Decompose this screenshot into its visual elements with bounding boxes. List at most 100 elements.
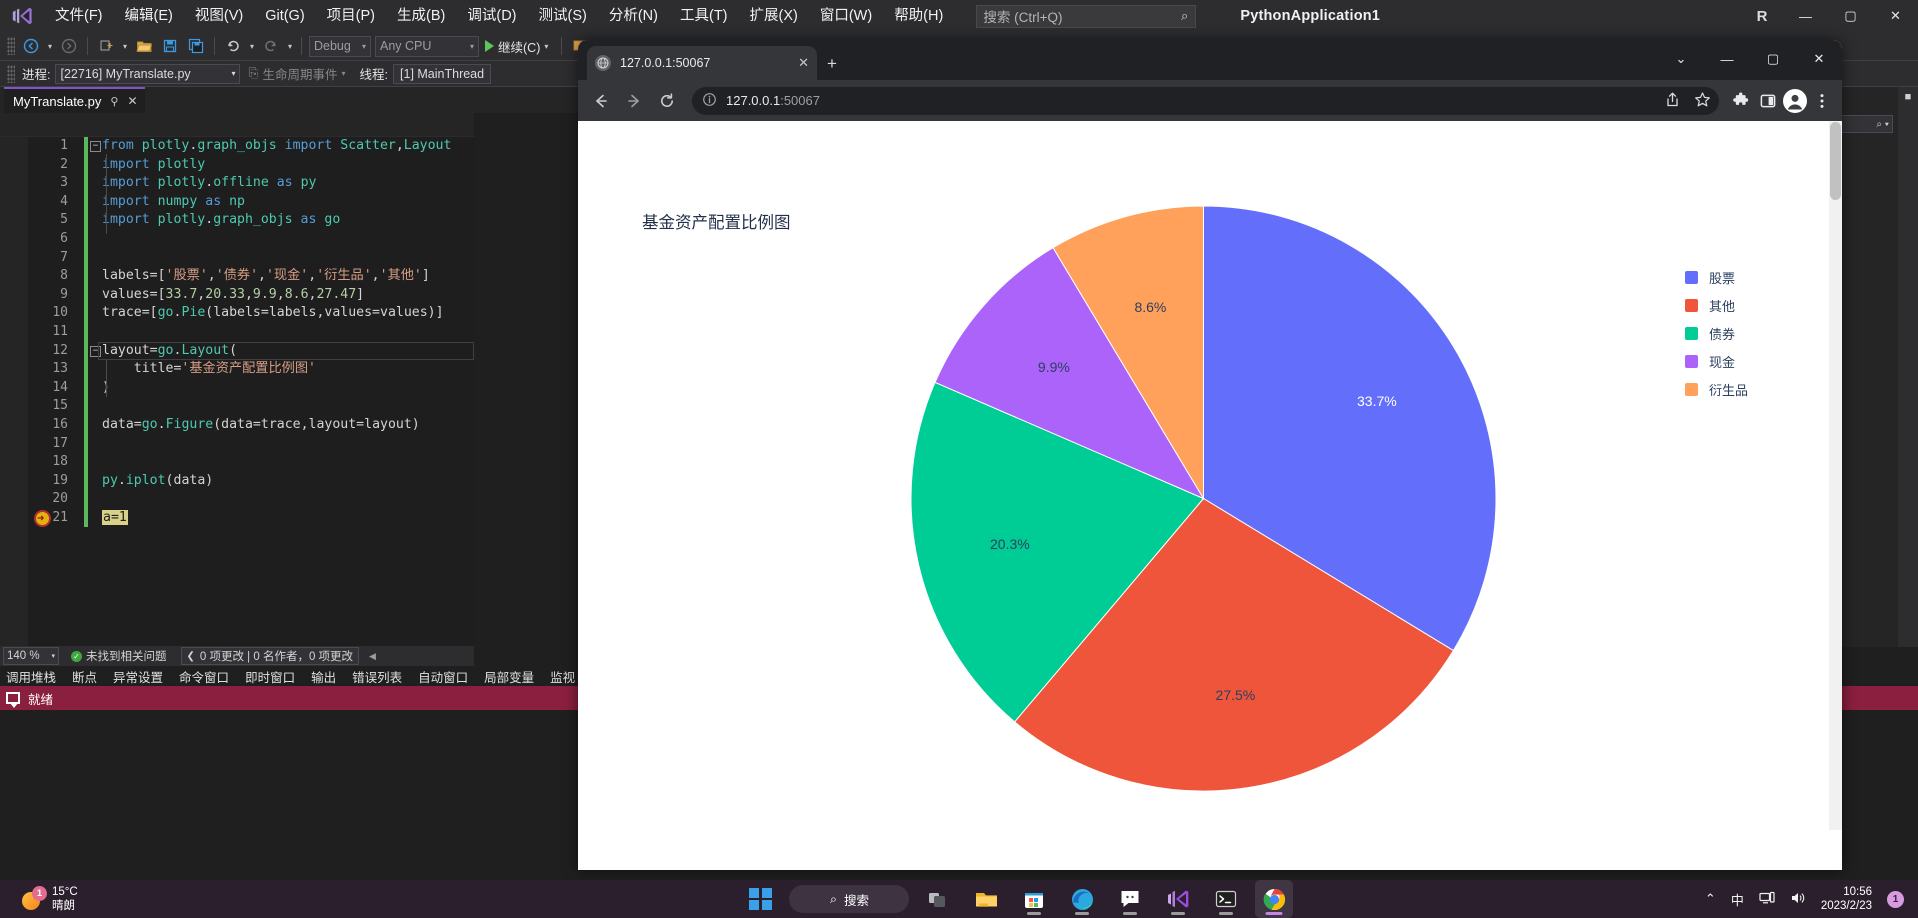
- legend-item[interactable]: 衍生品: [1684, 380, 1748, 399]
- pie-chart-graphic[interactable]: 33.7% 27.5% 20.3% 9.9% 8.6%: [910, 205, 1497, 792]
- reload-icon[interactable]: [652, 86, 682, 116]
- chart-legend[interactable]: 股票 其他 债券 现金 衍生品: [1684, 268, 1748, 399]
- new-project-icon[interactable]: [93, 34, 119, 58]
- tab-command-window[interactable]: 命令窗口: [177, 667, 231, 686]
- chrome-browser-button[interactable]: [1255, 880, 1294, 918]
- side-panel-icon[interactable]: [1756, 89, 1780, 113]
- code-editor[interactable]: 1 − from plotly.graph_objs import Scatter,…: [0, 113, 474, 646]
- tab-search-icon[interactable]: ⌄: [1658, 43, 1704, 75]
- menu-debug[interactable]: 调试(D): [456, 0, 527, 32]
- code-line[interactable]: 20: [28, 490, 474, 509]
- site-info-icon[interactable]: [702, 92, 717, 110]
- editor-breakpoint-gutter[interactable]: [0, 137, 28, 646]
- build-platform-select[interactable]: Any CPU ▾: [375, 35, 479, 57]
- code-line[interactable]: 5 import plotly.graph_objs as go: [28, 211, 474, 230]
- tab-locals[interactable]: 局部变量: [482, 667, 536, 686]
- code-line[interactable]: 18: [28, 453, 474, 472]
- tray-expand-chevron-icon[interactable]: ⌃: [1705, 891, 1716, 907]
- code-line[interactable]: 3 import plotly.offline as py: [28, 174, 474, 193]
- volume-icon[interactable]: [1790, 890, 1806, 909]
- ime-language-icon[interactable]: 中: [1731, 890, 1744, 909]
- scrollbar-thumb[interactable]: [1830, 122, 1841, 200]
- code-line[interactable]: 21a=1: [28, 508, 474, 527]
- new-tab-button[interactable]: +: [827, 55, 837, 72]
- chevron-down-icon[interactable]: ▾: [342, 69, 346, 78]
- minimize-button[interactable]: —: [1783, 0, 1828, 32]
- file-explorer-button[interactable]: [967, 880, 1005, 918]
- start-button[interactable]: [741, 880, 779, 918]
- microsoft-store-button[interactable]: [1015, 880, 1053, 918]
- share-icon[interactable]: [1664, 91, 1681, 111]
- continue-debug-button[interactable]: 继续(C) ▾: [481, 37, 556, 56]
- profile-avatar-icon[interactable]: [1783, 88, 1807, 113]
- minimize-button[interactable]: —: [1704, 43, 1750, 75]
- maximize-button[interactable]: ▢: [1828, 0, 1873, 32]
- chevron-down-icon[interactable]: ▾: [540, 42, 552, 51]
- toolbar-grip[interactable]: [7, 37, 15, 55]
- tab-output[interactable]: 输出: [309, 667, 338, 686]
- clock-widget[interactable]: 10:56 2023/2/23: [1821, 885, 1872, 913]
- close-button[interactable]: ✕: [1796, 43, 1842, 75]
- debugbar-grip[interactable]: [7, 64, 15, 83]
- menu-extensions[interactable]: 扩展(X): [739, 0, 809, 32]
- maximize-button[interactable]: ▢: [1750, 43, 1796, 75]
- undo-icon[interactable]: [220, 34, 246, 58]
- account-avatar[interactable]: R: [1741, 8, 1783, 25]
- close-icon[interactable]: ✕: [798, 55, 809, 71]
- menu-window[interactable]: 窗口(W): [809, 0, 883, 32]
- menu-analyze[interactable]: 分析(N): [598, 0, 669, 32]
- process-select[interactable]: [22716] MyTranslate.py ▾: [55, 63, 241, 84]
- tab-autos[interactable]: 自动窗口: [416, 667, 470, 686]
- code-line[interactable]: 4 import numpy as np: [28, 192, 474, 212]
- scroll-left-icon[interactable]: ◀: [369, 651, 376, 662]
- edge-browser-button[interactable]: [1063, 880, 1101, 918]
- navigate-back-dropdown-icon[interactable]: ▾: [44, 42, 56, 51]
- tab-error-list[interactable]: 错误列表: [350, 667, 404, 686]
- code-line[interactable]: 8 labels=['股票','债券','现金','衍生品','其他']: [28, 267, 474, 286]
- code-line[interactable]: 9 values=[33.7,20.33,9.9,8.6,27.47]: [28, 285, 474, 305]
- menu-build[interactable]: 生成(B): [386, 0, 456, 32]
- legend-item[interactable]: 现金: [1684, 352, 1748, 371]
- tab-immediate-window[interactable]: 即时窗口: [243, 667, 297, 686]
- menu-file[interactable]: 文件(F): [44, 0, 114, 32]
- weather-widget[interactable]: 1 15°C 晴朗: [0, 885, 330, 913]
- code-line[interactable]: 10 trace=[go.Pie(labels=labels,values=val…: [28, 304, 474, 323]
- menu-view[interactable]: 视图(V): [184, 0, 254, 32]
- pin-icon[interactable]: ⚲: [110, 95, 118, 108]
- navigate-back-icon[interactable]: [18, 34, 44, 58]
- menu-git[interactable]: Git(G): [254, 0, 315, 32]
- tab-call-stack[interactable]: 调用堆栈: [4, 667, 58, 686]
- code-line[interactable]: 7: [28, 248, 474, 268]
- menu-tools[interactable]: 工具(T): [669, 0, 739, 32]
- chat-button[interactable]: [1111, 880, 1149, 918]
- undo-dropdown-icon[interactable]: ▾: [246, 42, 258, 51]
- code-line[interactable]: 11: [28, 322, 474, 342]
- menu-project[interactable]: 项目(P): [316, 0, 386, 32]
- code-line[interactable]: 2 import plotly: [28, 155, 474, 175]
- code-line[interactable]: 14): [28, 378, 474, 398]
- rail-tab-label[interactable]: ■: [1902, 91, 1914, 104]
- editor-navigation-bar[interactable]: [0, 113, 474, 137]
- close-icon[interactable]: ✕: [127, 94, 137, 108]
- fold-toggle-icon[interactable]: −: [90, 141, 101, 152]
- new-project-dropdown-icon[interactable]: ▾: [119, 42, 131, 51]
- editor-body[interactable]: 1 − from plotly.graph_objs import Scatter,…: [0, 137, 474, 646]
- redo-icon[interactable]: [258, 34, 284, 58]
- network-icon[interactable]: [1759, 890, 1775, 909]
- taskbar-search-button[interactable]: ⌕ 搜索: [789, 885, 910, 913]
- vertical-scrollbar[interactable]: [1829, 121, 1842, 830]
- extensions-puzzle-icon[interactable]: [1729, 89, 1753, 113]
- address-bar[interactable]: 127.0.0.1:50067: [692, 86, 1719, 115]
- menu-test[interactable]: 测试(S): [528, 0, 598, 32]
- tab-mytranslate-py[interactable]: MyTranslate.py ⚲ ✕: [4, 87, 145, 113]
- code-line[interactable]: 15: [28, 397, 474, 416]
- notification-badge[interactable]: 1: [1887, 890, 1904, 908]
- legend-item[interactable]: 股票: [1684, 268, 1748, 287]
- forward-icon[interactable]: [619, 86, 649, 116]
- code-line[interactable]: 1 − from plotly.graph_objs import Scatter,…: [28, 137, 474, 156]
- menu-edit[interactable]: 编辑(E): [114, 0, 184, 32]
- three-dot-menu-icon[interactable]: [1810, 89, 1834, 113]
- back-icon[interactable]: [586, 86, 616, 116]
- open-file-icon[interactable]: [131, 34, 157, 58]
- code-line[interactable]: 13 title='基金资产配置比例图': [28, 360, 474, 379]
